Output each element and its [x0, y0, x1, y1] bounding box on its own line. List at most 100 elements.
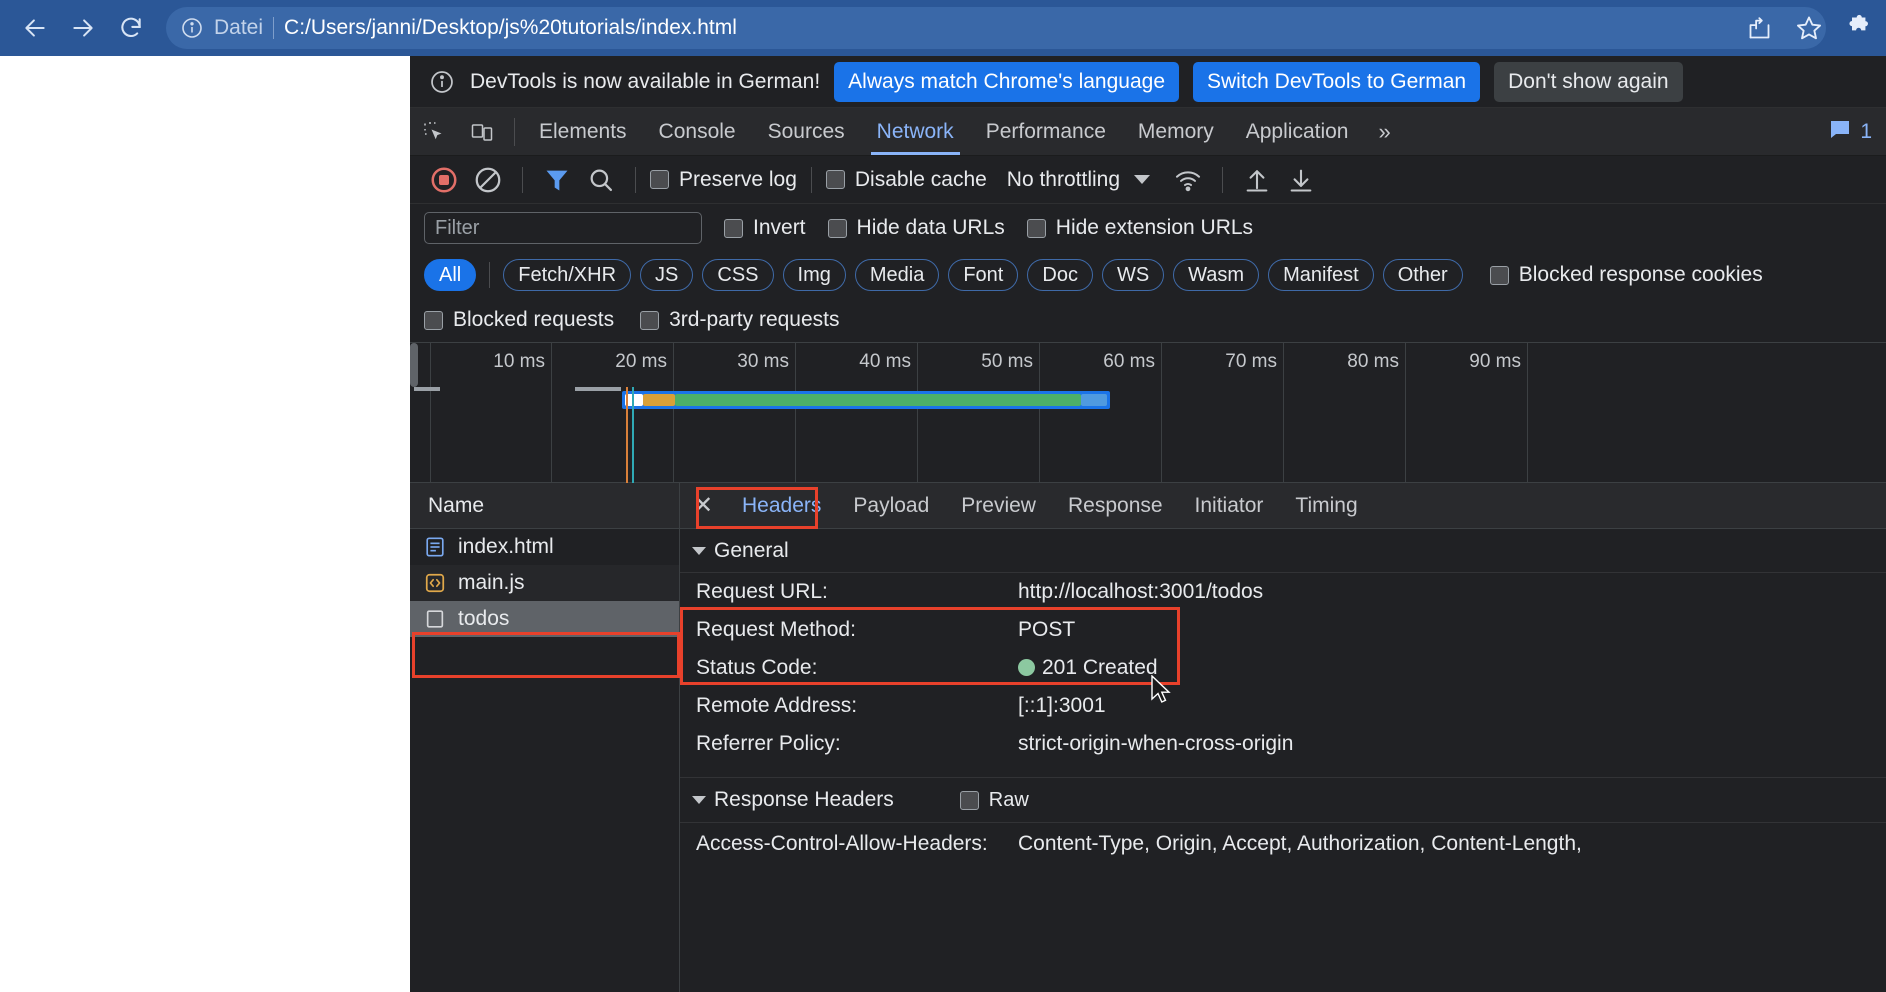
more-tabs-icon[interactable]: » [1364, 108, 1404, 155]
navigation-buttons [0, 7, 152, 49]
tab-label: Memory [1137, 119, 1214, 143]
star-icon[interactable] [1792, 11, 1826, 45]
chip-manifest[interactable]: Manifest [1268, 259, 1374, 291]
clear-icon[interactable] [468, 160, 508, 200]
details-tab-timing[interactable]: Timing [1279, 483, 1373, 529]
web-page-content [0, 56, 410, 992]
forward-icon[interactable] [62, 7, 104, 49]
tab-sources[interactable]: Sources [752, 108, 861, 155]
tab-performance[interactable]: Performance [970, 108, 1122, 155]
header-row-request-method: Request Method: POST [680, 611, 1886, 649]
back-icon[interactable] [14, 7, 56, 49]
details-tab-preview[interactable]: Preview [945, 483, 1052, 529]
tabstrip-right-group: 1 [1828, 108, 1886, 155]
tab-network[interactable]: Network [861, 108, 970, 155]
inspect-element-icon[interactable] [410, 108, 458, 155]
chip-font[interactable]: Font [948, 259, 1019, 291]
tab-elements[interactable]: Elements [523, 108, 643, 155]
always-match-language-button[interactable]: Always match Chrome's language [834, 61, 1179, 102]
device-toolbar-icon[interactable] [458, 108, 506, 155]
invert-label: Invert [753, 216, 806, 239]
overview-request-mark [575, 387, 621, 391]
hide-data-urls-checkbox[interactable]: Hide data URLs [827, 216, 1005, 240]
overview-scrollbar[interactable] [410, 343, 418, 387]
tick-label: 80 ms [1347, 351, 1399, 372]
raw-toggle-checkbox[interactable]: Raw [959, 788, 1029, 812]
funnel-icon[interactable] [537, 160, 577, 200]
devtools-window: DevTools is now available in German! Alw… [410, 56, 1886, 992]
checkbox-box [825, 170, 845, 189]
info-circle-icon[interactable] [180, 16, 204, 40]
chip-other[interactable]: Other [1382, 259, 1463, 291]
checkbox-box [640, 310, 660, 330]
tick-label: 30 ms [737, 351, 789, 372]
omnibox-divider [273, 17, 275, 39]
disable-cache-checkbox[interactable]: Disable cache [825, 168, 987, 192]
chip-doc[interactable]: Doc [1027, 259, 1093, 291]
filter-input[interactable] [424, 212, 702, 244]
share-icon[interactable] [1742, 11, 1776, 45]
chip-media[interactable]: Media [854, 259, 940, 291]
general-section-header[interactable]: General [680, 529, 1886, 573]
chip-wasm[interactable]: Wasm [1173, 259, 1260, 291]
tick-label: 40 ms [859, 351, 911, 372]
tab-memory[interactable]: Memory [1122, 108, 1230, 155]
chip-img[interactable]: Img [782, 259, 846, 291]
switch-devtools-language-button[interactable]: Switch DevTools to German [1193, 61, 1481, 102]
tab-label: Network [876, 119, 954, 143]
reload-icon[interactable] [110, 7, 152, 49]
request-row-main-js[interactable]: main.js [410, 565, 679, 601]
dont-show-again-button[interactable]: Don't show again [1494, 61, 1683, 102]
tab-label: Console [658, 119, 736, 143]
network-conditions-icon[interactable] [1168, 160, 1208, 200]
address-bar[interactable]: Datei C:/Users/janni/Desktop/js%20tutori… [166, 7, 1826, 49]
details-tab-response[interactable]: Response [1052, 483, 1179, 529]
chip-all[interactable]: All [424, 259, 477, 291]
request-list-panel: Name index.html main.js todos [410, 483, 680, 992]
request-row-todos[interactable]: todos [410, 601, 679, 637]
network-overview-timeline[interactable]: 10 ms 20 ms 30 ms 40 ms 50 ms 60 ms 70 m… [410, 342, 1886, 483]
throttling-dropdown[interactable]: No throttling [1006, 167, 1151, 192]
hide-extension-urls-checkbox[interactable]: Hide extension URLs [1026, 216, 1253, 240]
timeline-tick: 10 ms [493, 343, 552, 483]
chip-css[interactable]: CSS [702, 259, 774, 291]
blocked-requests-checkbox[interactable]: Blocked requests [424, 308, 614, 332]
details-tab-payload[interactable]: Payload [837, 483, 945, 529]
resource-type-filters: All Fetch/XHR JS CSS Img Media Font Doc … [410, 252, 1886, 298]
upload-har-icon[interactable] [1237, 160, 1277, 200]
details-tab-headers[interactable]: Headers [726, 483, 837, 529]
header-key: Access-Control-Allow-Headers: [696, 832, 988, 855]
chip-fetch-xhr[interactable]: Fetch/XHR [503, 259, 632, 291]
status-ok-dot-icon [1018, 659, 1035, 676]
invert-checkbox[interactable]: Invert [724, 216, 806, 240]
chip-js[interactable]: JS [640, 259, 694, 291]
timeline-tick: 40 ms [859, 343, 918, 483]
download-har-icon[interactable] [1281, 160, 1321, 200]
tab-label: Sources [767, 119, 845, 143]
tab-application[interactable]: Application [1230, 108, 1365, 155]
chip-ws[interactable]: WS [1101, 259, 1165, 291]
checkbox-box [827, 218, 847, 238]
blocked-response-cookies-checkbox[interactable]: Blocked response cookies [1489, 263, 1763, 287]
details-tab-initiator[interactable]: Initiator [1179, 483, 1280, 529]
request-list-column-header[interactable]: Name [410, 483, 679, 529]
tab-console[interactable]: Console [643, 108, 752, 155]
header-key: Status Code: [696, 656, 818, 679]
third-party-requests-checkbox[interactable]: 3rd-party requests [640, 308, 840, 332]
chips-divider [489, 262, 491, 288]
message-count-indicator[interactable]: 1 [1828, 117, 1872, 147]
raw-label: Raw [988, 788, 1029, 811]
throttling-value: No throttling [1006, 167, 1121, 191]
record-stop-icon[interactable] [424, 160, 464, 200]
puzzle-icon[interactable] [1842, 11, 1876, 45]
request-row-index-html[interactable]: index.html [410, 529, 679, 565]
response-headers-section-header[interactable]: Response Headers Raw [680, 777, 1886, 823]
url-text: C:/Users/janni/Desktop/js%20tutorials/in… [284, 16, 737, 39]
tab-label: Performance [985, 119, 1106, 143]
timeline-tick: 60 ms [1103, 343, 1162, 483]
preserve-log-checkbox[interactable]: Preserve log [650, 168, 797, 192]
search-icon[interactable] [581, 160, 621, 200]
close-icon[interactable]: ✕ [680, 491, 726, 520]
tab-label: Elements [539, 119, 627, 143]
